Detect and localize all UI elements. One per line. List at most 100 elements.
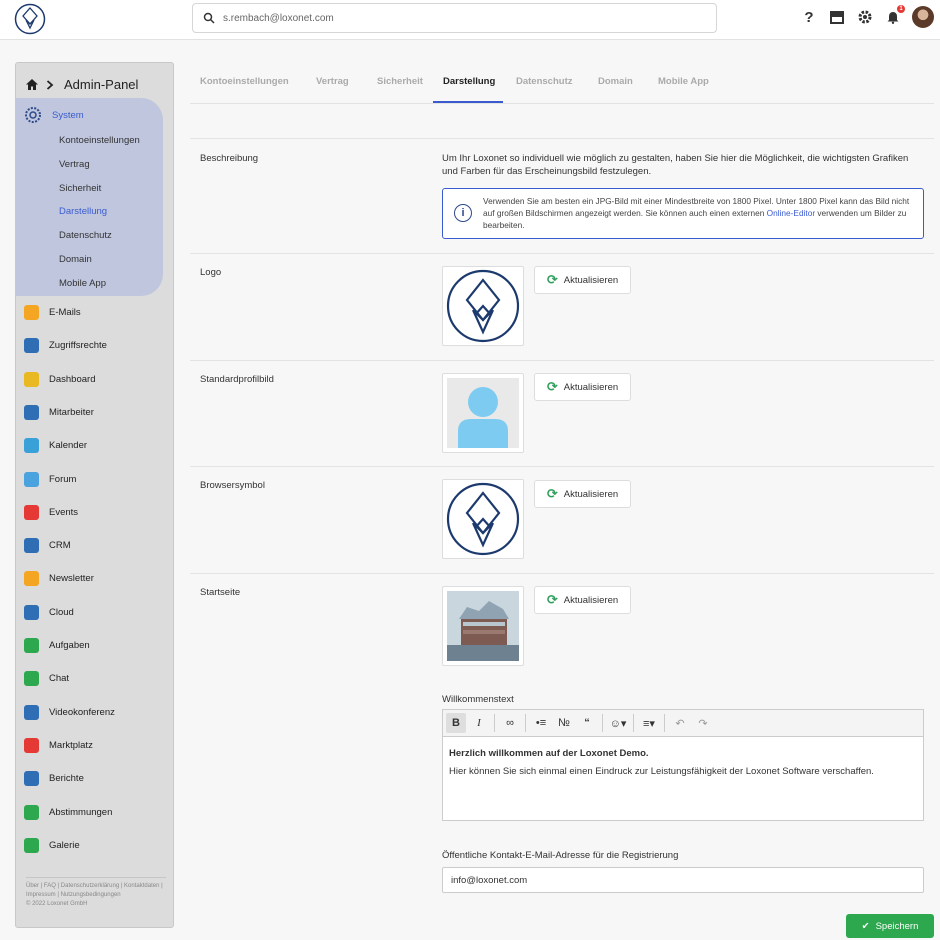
- search-box[interactable]: [192, 3, 717, 33]
- tab-sicherheit[interactable]: Sicherheit: [377, 76, 423, 87]
- profilbild-update-button[interactable]: ⟳ Aktualisieren: [534, 373, 631, 401]
- sidebar-item-e-mails[interactable]: E-Mails: [24, 305, 81, 320]
- sidebar-item-abstimmungen[interactable]: Abstimmungen: [24, 804, 113, 820]
- sidebar-item-label: Abstimmungen: [49, 806, 113, 818]
- sidebar-item-mitarbeiter[interactable]: Mitarbeiter: [24, 404, 94, 420]
- sidebar-item-label: Chat: [49, 673, 70, 685]
- tasks-icon: [24, 638, 39, 653]
- notification-bell[interactable]: 1: [884, 5, 905, 26]
- sidebar-item-newsletter[interactable]: Newsletter: [24, 571, 94, 587]
- welcome-heading: Herzlich willkommen auf der Loxonet Demo…: [449, 748, 649, 759]
- help-icon[interactable]: ?: [800, 8, 818, 26]
- chat-icon: [24, 671, 39, 687]
- sidebar-footer: Über | FAQ | Datenschutzerklärung | Kont…: [26, 877, 166, 909]
- system-gear-icon: [25, 107, 41, 123]
- sidebar-item-chat[interactable]: Chat: [24, 671, 70, 687]
- sidebar-item-cloud[interactable]: Cloud: [24, 604, 74, 620]
- align-icon[interactable]: ≡▾: [639, 713, 659, 733]
- chevron-right-icon: [46, 79, 54, 90]
- sidebar-item-label: CRM: [49, 540, 71, 552]
- browsersymbol-preview: [442, 479, 524, 559]
- italic-button[interactable]: I: [469, 713, 489, 733]
- sidebar-subitem-vertrag[interactable]: Vertrag: [59, 159, 90, 170]
- sidebar-item-events[interactable]: Events: [24, 504, 79, 520]
- events-icon: [24, 504, 39, 520]
- startseite-label: Startseite: [200, 587, 241, 598]
- sidebar-subitem-domain[interactable]: Domain: [59, 254, 92, 265]
- sidebar-item-galerie[interactable]: Galerie: [24, 837, 80, 853]
- refresh-icon: ⟳: [546, 379, 558, 394]
- tab-bar: Kontoeinstellungen Vertrag Sicherheit Darst…: [190, 62, 934, 104]
- reports-icon: [24, 771, 39, 787]
- sidebar-item-label: Newsletter: [49, 573, 94, 585]
- sidebar-subitem-mobile-app[interactable]: Mobile App: [59, 278, 106, 289]
- gear-icon[interactable]: [856, 8, 874, 26]
- sidebar-subitem-datenschutz[interactable]: Datenschutz: [59, 230, 112, 241]
- tab-datenschutz[interactable]: Datenschutz: [516, 76, 572, 87]
- search-input[interactable]: [223, 12, 703, 24]
- sidebar-item-zugriffsrechte[interactable]: Zugriffsrechte: [24, 338, 107, 354]
- loxonet-logo-icon: [446, 482, 520, 556]
- undo-icon[interactable]: ↶: [670, 713, 690, 733]
- video-icon: [24, 704, 39, 720]
- refresh-icon: ⟳: [546, 272, 558, 287]
- tab-domain[interactable]: Domain: [598, 76, 633, 87]
- contact-email-field[interactable]: [442, 867, 924, 893]
- startseite-update-button[interactable]: ⟳ Aktualisieren: [534, 586, 631, 614]
- footer-links[interactable]: Über | FAQ | Datenschutzerklärung | Kont…: [26, 882, 166, 900]
- emoji-icon[interactable]: ☺▾: [608, 713, 628, 733]
- sidebar-item-kalender[interactable]: Kalender: [24, 438, 88, 454]
- toolbar-separator: [633, 714, 634, 732]
- logo-preview: [442, 266, 524, 346]
- sidebar-item-system[interactable]: System: [24, 106, 84, 124]
- sidebar-subitem-sicherheit[interactable]: Sicherheit: [59, 183, 101, 194]
- profilbild-label: Standardprofilbild: [200, 374, 274, 385]
- link-icon[interactable]: ∞: [500, 713, 520, 733]
- tab-darstellung[interactable]: Darstellung: [443, 76, 495, 87]
- sidebar-item-label: Zugriffsrechte: [49, 340, 107, 352]
- sidebar-item-berichte[interactable]: Berichte: [24, 771, 84, 787]
- crm-icon: [24, 538, 39, 554]
- sidebar-subitem-darstellung[interactable]: Darstellung: [59, 206, 107, 217]
- sidebar-item-label: Events: [49, 506, 79, 518]
- sidebar-item-label: Kalender: [49, 440, 88, 452]
- search-icon: [203, 12, 215, 24]
- tab-mobile-app[interactable]: Mobile App: [658, 76, 709, 87]
- bullet-list-icon[interactable]: •≡: [531, 713, 551, 733]
- sidebar-item-videokonferenz[interactable]: Videokonferenz: [24, 704, 115, 720]
- beschreibung-text: Um Ihr Loxonet so individuell wie möglic…: [442, 153, 909, 177]
- welcome-editor[interactable]: B I ∞ •≡ № “ ☺▾ ≡▾ ↶ ↷ Herzlich willkomm…: [442, 709, 924, 821]
- sidebar-item-label: Dashboard: [49, 373, 96, 385]
- bold-button[interactable]: B: [446, 713, 466, 733]
- sidebar: Admin-Panel System Kontoeinstellungen Vert…: [15, 62, 174, 928]
- tab-kontoeinstellungen[interactable]: Kontoeinstellungen: [200, 76, 289, 87]
- user-avatar[interactable]: [912, 6, 934, 28]
- sidebar-item-label: Forum: [49, 473, 77, 485]
- numbered-list-icon[interactable]: №: [554, 713, 574, 733]
- editor-content[interactable]: Herzlich willkommen auf der Loxonet Demo…: [443, 737, 923, 789]
- quote-icon[interactable]: “: [577, 713, 597, 733]
- startseite-image: [447, 591, 519, 661]
- sidebar-item-crm[interactable]: CRM: [24, 538, 71, 554]
- browsersymbol-update-button[interactable]: ⟳ Aktualisieren: [534, 480, 631, 508]
- sidebar-item-forum[interactable]: Forum: [24, 471, 77, 487]
- welcome-body: Hier können Sie sich einmal einen Eindru…: [449, 766, 874, 777]
- online-editor-link[interactable]: Online-Editor: [767, 208, 815, 218]
- sidebar-subitem-kontoeinstellungen[interactable]: Kontoeinstellungen: [59, 135, 140, 146]
- sidebar-item-aufgaben[interactable]: Aufgaben: [24, 638, 90, 653]
- refresh-icon: ⟳: [546, 592, 558, 607]
- logo-update-button[interactable]: ⟳ Aktualisieren: [534, 266, 631, 294]
- sidebar-item-marktplatz[interactable]: Marktplatz: [24, 737, 93, 753]
- forum-icon: [24, 471, 39, 487]
- home-icon[interactable]: [26, 79, 38, 90]
- save-button[interactable]: ✔ Speichern: [846, 914, 934, 938]
- loxonet-logo-icon[interactable]: [14, 3, 46, 35]
- redo-icon[interactable]: ↷: [693, 713, 713, 733]
- logo-label: Logo: [200, 267, 222, 278]
- sidebar-item-dashboard[interactable]: Dashboard: [24, 371, 96, 387]
- top-bar: ? 1: [0, 0, 940, 40]
- tab-vertrag[interactable]: Vertrag: [316, 76, 349, 87]
- beschreibung-label: Beschreibung: [200, 153, 259, 164]
- refresh-icon: ⟳: [546, 486, 558, 501]
- store-icon[interactable]: [828, 8, 846, 26]
